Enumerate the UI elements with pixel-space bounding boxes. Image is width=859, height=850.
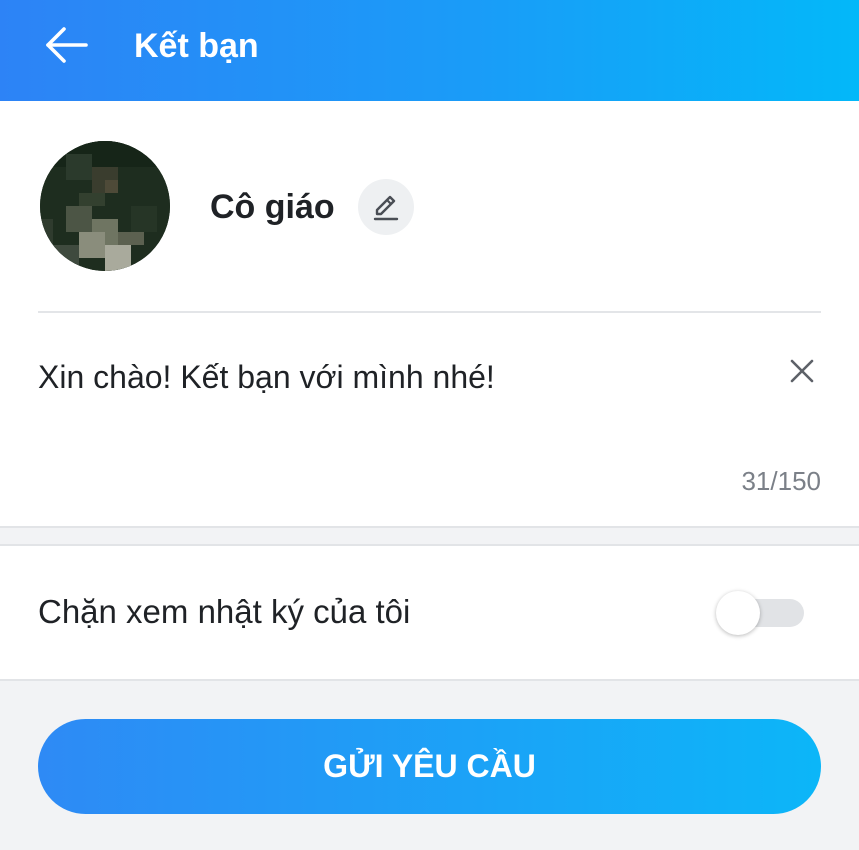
- block-diary-row: Chặn xem nhật ký của tôi: [0, 546, 859, 679]
- user-name: Cô giáo: [210, 188, 335, 226]
- avatar[interactable]: [40, 141, 170, 271]
- clear-message-button[interactable]: [780, 349, 824, 393]
- top-bar: Kết bạn: [0, 0, 859, 101]
- avatar-image: [40, 141, 170, 271]
- arrow-left-icon: [46, 27, 88, 63]
- toggle-knob: [716, 591, 760, 635]
- section-divider: [0, 526, 859, 528]
- close-icon: [790, 359, 814, 383]
- section-divider: [0, 679, 859, 681]
- character-counter: 31/150: [741, 466, 821, 496]
- block-diary-label: Chặn xem nhật ký của tôi: [38, 593, 411, 630]
- page-title: Kết bạn: [134, 27, 259, 65]
- greeting-message-input[interactable]: [38, 355, 758, 399]
- friend-request-card: Cô giáo 31/150: [0, 101, 859, 527]
- divider: [38, 311, 821, 313]
- block-diary-toggle[interactable]: [716, 591, 804, 635]
- send-request-button[interactable]: GỬI YÊU CẦU: [38, 719, 821, 814]
- back-button[interactable]: [36, 20, 96, 70]
- edit-name-button[interactable]: [358, 179, 414, 235]
- pencil-icon: [373, 195, 399, 221]
